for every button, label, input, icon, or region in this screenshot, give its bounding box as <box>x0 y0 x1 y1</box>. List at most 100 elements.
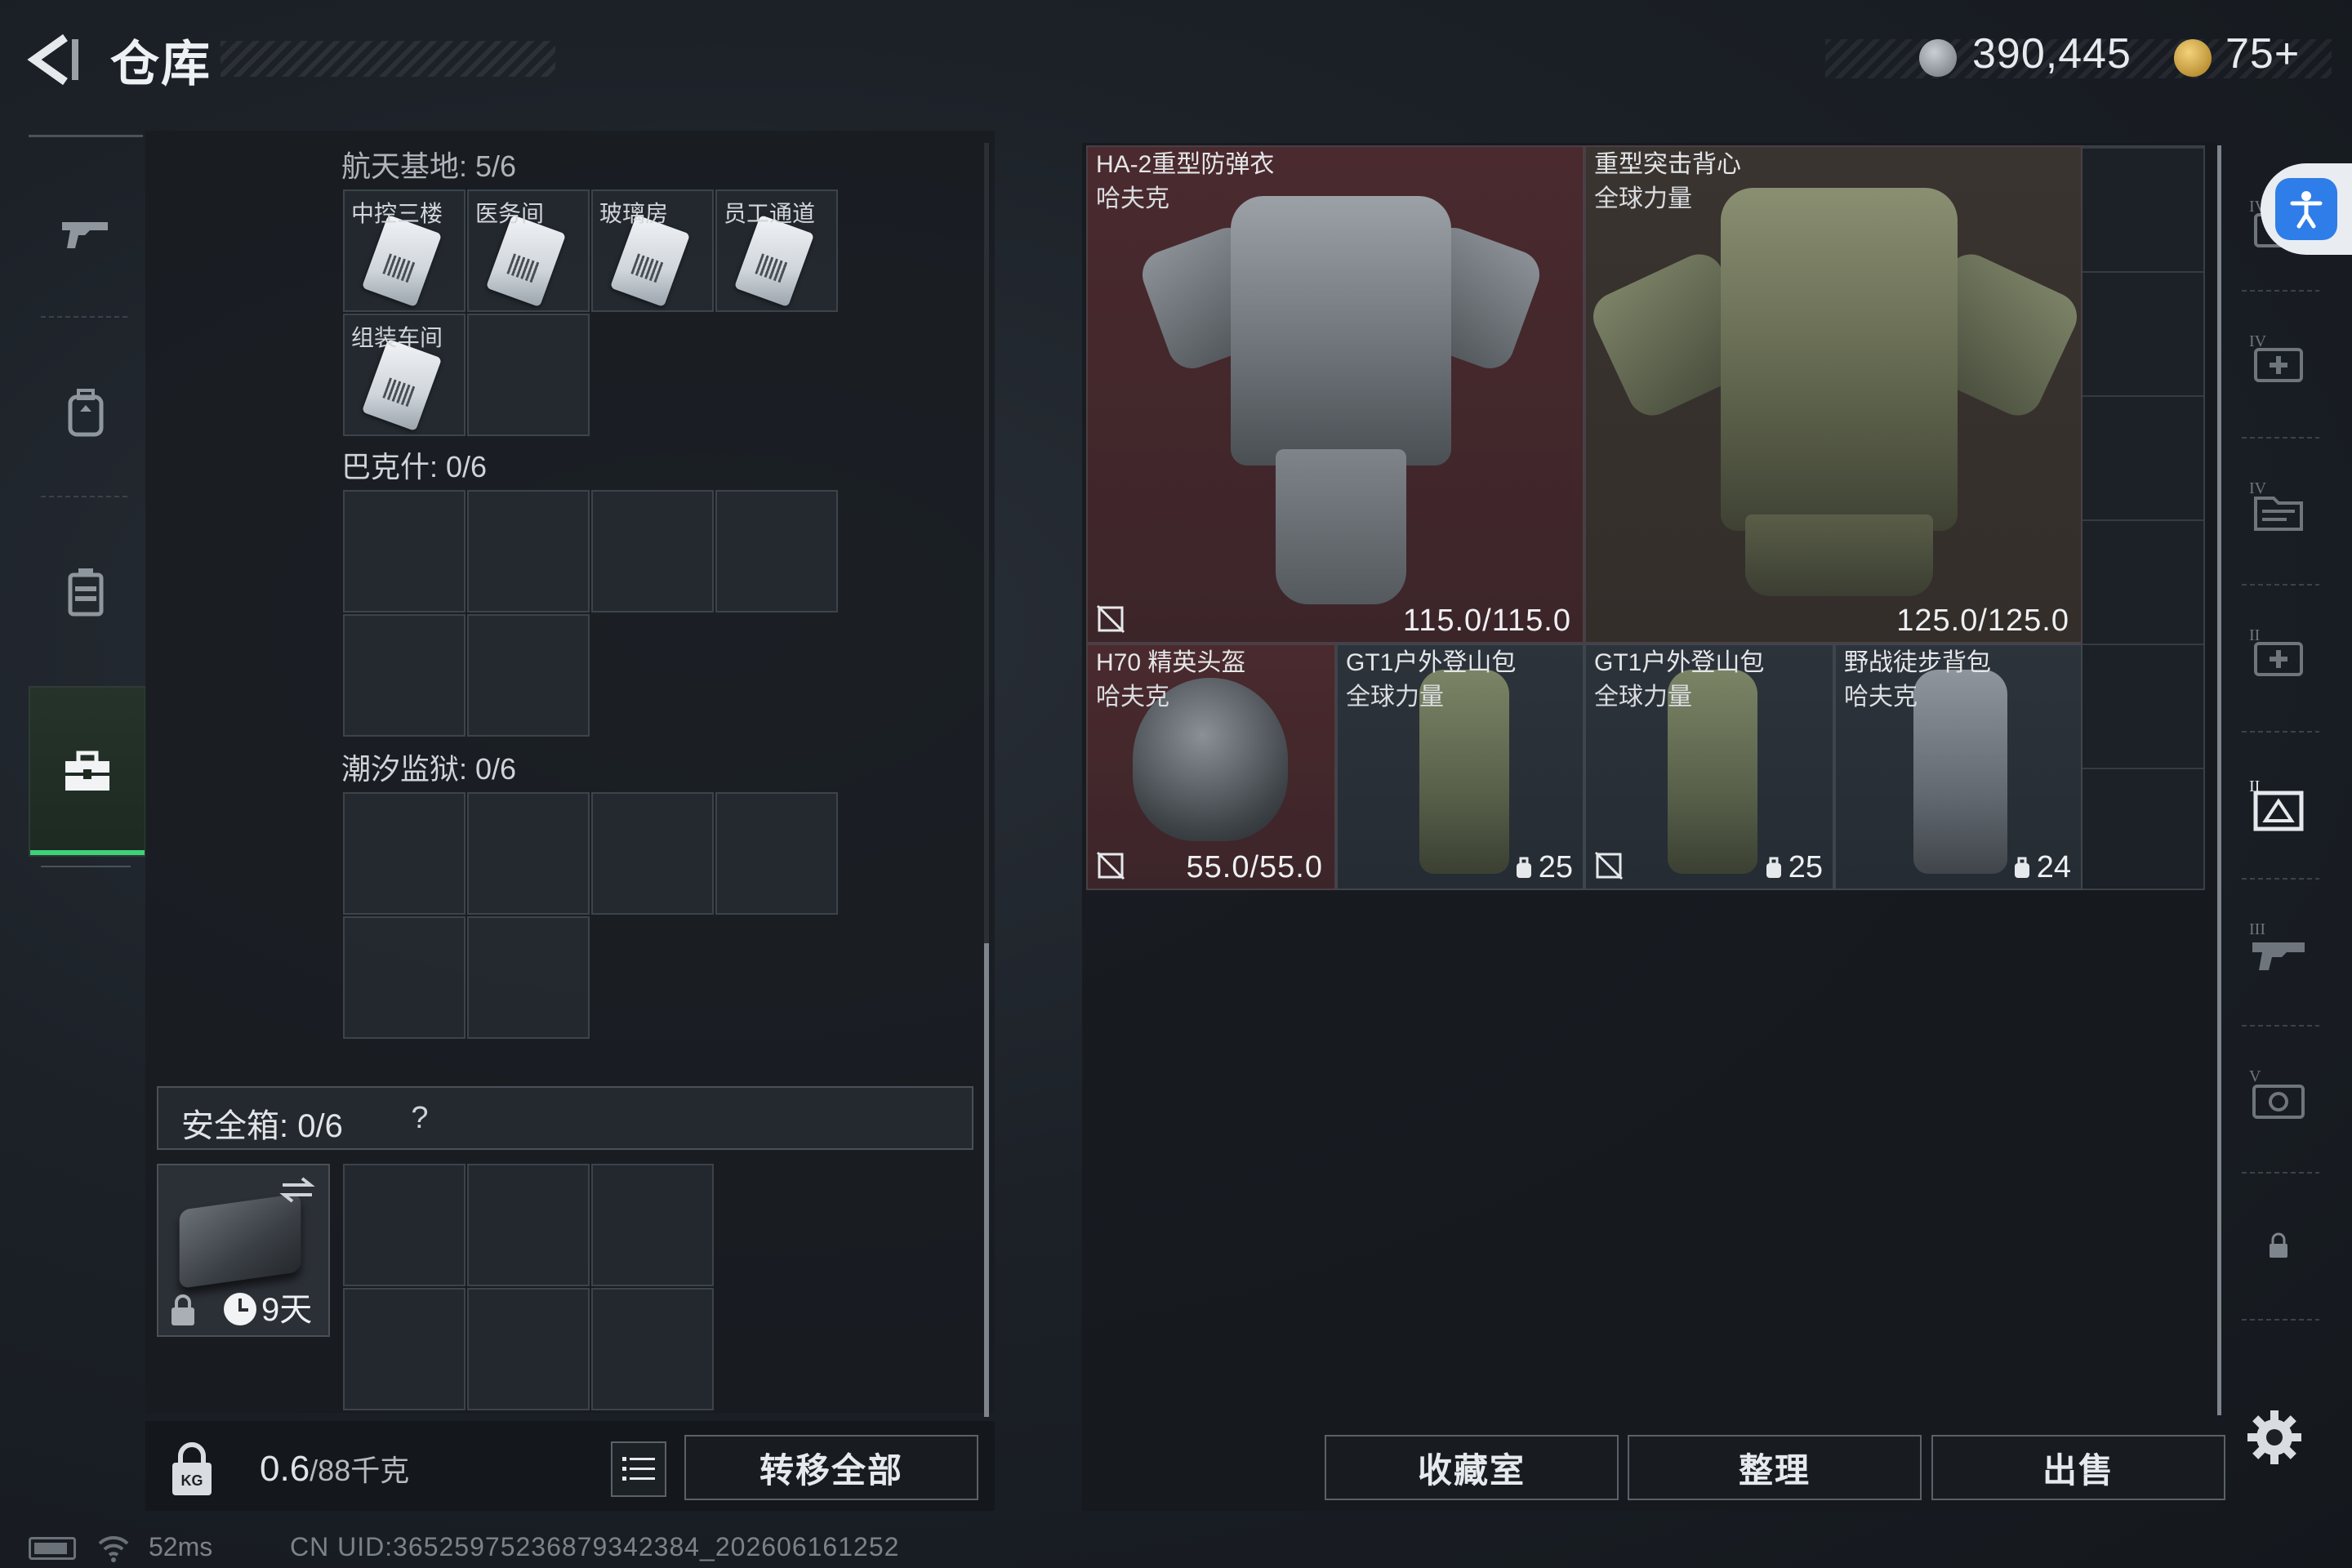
slot-label: 组装车间 <box>351 325 443 350</box>
slot-label: 中控三楼 <box>351 201 443 226</box>
safe-box-header: 安全箱: 0/6 ? <box>157 1086 973 1150</box>
safe-box-slot[interactable]: 9天 <box>157 1164 330 1337</box>
keycard-slot-empty[interactable] <box>467 314 590 436</box>
transfer-all-button[interactable]: 转移全部 <box>684 1435 978 1500</box>
sidebar-divider <box>2242 878 2319 880</box>
item-brand: 哈夫克 <box>1096 684 1169 710</box>
storage-scrollbar-thumb[interactable] <box>984 943 989 1417</box>
filter-tier-iii-gun[interactable]: III <box>2238 906 2319 988</box>
backpack-item[interactable]: GT1户外登山包 全球力量 25 <box>1584 644 1834 890</box>
gold-currency-value[interactable]: 75+ <box>2225 29 2300 78</box>
collection-room-button[interactable]: 收藏室 <box>1325 1435 1619 1500</box>
tier-iv-folder-icon: IV <box>2249 479 2303 531</box>
bag-capacity-icon <box>1516 857 1531 878</box>
tier-ii-med-icon: II <box>2249 626 2303 676</box>
accessibility-button[interactable] <box>2261 163 2352 255</box>
keycard-slot-empty[interactable] <box>343 792 466 915</box>
keycard-slot[interactable]: 玻璃房 <box>591 189 714 312</box>
safe-box-slot-empty[interactable] <box>343 1288 466 1410</box>
help-icon[interactable]: ? <box>399 1098 440 1138</box>
filter-tier-v-device[interactable]: V <box>2238 1054 2319 1135</box>
helmet-item[interactable]: H70 精英头盔 哈夫克 55.0/55.0 <box>1086 644 1336 890</box>
nav-storage[interactable] <box>29 686 146 857</box>
safe-box-days: 9天 <box>261 1292 313 1328</box>
tier-iv-med-icon: IV <box>2249 332 2303 382</box>
item-capacity: 24 <box>2012 850 2071 885</box>
keycard-slot-empty[interactable] <box>591 792 714 915</box>
sidebar-divider <box>2242 1025 2319 1027</box>
accessibility-icon <box>2275 178 2337 240</box>
gear-icon[interactable] <box>2246 1409 2303 1466</box>
safe-box-title: 安全箱: 0/6 <box>181 1108 343 1144</box>
list-icon <box>622 1457 655 1481</box>
nav-divider <box>41 496 131 497</box>
backpack-item[interactable]: GT1户外登山包 全球力量 25 <box>1336 644 1584 890</box>
no-sell-icon <box>1096 604 1125 634</box>
section-label-tide-prison: 潮汐监狱: 0/6 <box>341 752 517 786</box>
item-brand: 哈夫克 <box>1096 185 1169 212</box>
keycard-slot[interactable]: 医务间 <box>467 189 590 312</box>
safe-box-slot-empty[interactable] <box>591 1164 714 1286</box>
nav-chest-rig[interactable] <box>29 510 143 674</box>
clock-icon <box>224 1293 256 1325</box>
keycard-slot-empty[interactable] <box>715 490 838 612</box>
item-brand: 全球力量 <box>1594 185 1692 212</box>
keycard-slot-empty[interactable] <box>467 614 590 737</box>
keycard-slot[interactable]: 组装车间 <box>343 314 466 436</box>
left-nav <box>29 135 146 870</box>
item-capacity: 25 <box>1514 850 1573 885</box>
silver-coin-icon <box>1919 39 1957 77</box>
keycard-slot[interactable]: 中控三楼 <box>343 189 466 312</box>
item-durability: 125.0/125.0 <box>1896 604 2069 638</box>
safe-box-slot-empty[interactable] <box>591 1288 714 1410</box>
backpack-item[interactable]: 野战徒步背包 哈夫克 24 <box>1834 644 2082 890</box>
filter-locked[interactable] <box>2238 1205 2319 1286</box>
nav-backpack[interactable] <box>29 331 143 494</box>
vest-item[interactable]: 重型突击背心 全球力量 125.0/125.0 <box>1584 145 2082 644</box>
capacity-value: 24 <box>2036 850 2071 884</box>
safe-box-slot-empty[interactable] <box>467 1288 590 1410</box>
swap-icon[interactable] <box>278 1174 317 1206</box>
item-brand: 哈夫克 <box>1844 684 1918 710</box>
item-name: GT1户外登山包 <box>1594 649 1765 676</box>
item-name: 重型突击背心 <box>1594 151 1741 178</box>
filter-tier-ii-ammo-box[interactable]: II <box>2238 764 2319 845</box>
weight-max: /88千克 <box>310 1454 410 1487</box>
safe-box-slot-empty[interactable] <box>343 1164 466 1286</box>
sort-button[interactable]: 整理 <box>1628 1435 1922 1500</box>
nav-weapons[interactable] <box>29 151 143 314</box>
list-view-button[interactable] <box>611 1441 666 1497</box>
keycard-slot-empty[interactable] <box>467 490 590 612</box>
item-name: HA-2重型防弹衣 <box>1096 151 1275 178</box>
keycard-slot-empty[interactable] <box>591 490 714 612</box>
svg-text:II: II <box>2249 626 2260 644</box>
keycard-slot-empty[interactable] <box>343 916 466 1039</box>
keycard-slot-empty[interactable] <box>467 792 590 915</box>
item-name: 野战徒步背包 <box>1844 649 1991 676</box>
keycard-slot-empty[interactable] <box>343 490 466 612</box>
keycard-slot-empty[interactable] <box>715 792 838 915</box>
bag-capacity-icon <box>2014 857 2029 878</box>
filter-tier-iv-folder[interactable]: IV <box>2238 466 2319 547</box>
armor-item[interactable]: HA-2重型防弹衣 哈夫克 115.0/115.0 <box>1086 145 1584 644</box>
safe-box-slot-empty[interactable] <box>467 1164 590 1286</box>
backpack-icon <box>68 389 104 437</box>
keycard-slot[interactable]: 员工通道 <box>715 189 838 312</box>
ping-readout: 52ms <box>149 1532 213 1561</box>
sidebar-divider <box>2242 1319 2319 1321</box>
item-brand: 全球力量 <box>1594 684 1692 710</box>
keycard-slot-empty[interactable] <box>467 916 590 1039</box>
filter-tier-ii-med[interactable]: II <box>2238 612 2319 694</box>
gold-coin-icon <box>2174 39 2212 77</box>
back-arrow-icon[interactable] <box>24 31 82 88</box>
slot-label: 玻璃房 <box>599 201 669 226</box>
keycard-slot-empty[interactable] <box>343 614 466 737</box>
sell-button[interactable]: 出售 <box>1931 1435 2225 1500</box>
filter-tier-iv-med-alt[interactable]: IV <box>2238 318 2319 400</box>
svg-text:KG: KG <box>181 1472 203 1489</box>
inventory-scrollbar[interactable] <box>2217 145 2221 1415</box>
lock-icon <box>2270 1232 2287 1258</box>
armor-image <box>1135 180 1547 604</box>
weight-readout: 0.6/88千克 <box>260 1447 409 1490</box>
section-label-space-base: 航天基地: 5/6 <box>341 149 517 183</box>
